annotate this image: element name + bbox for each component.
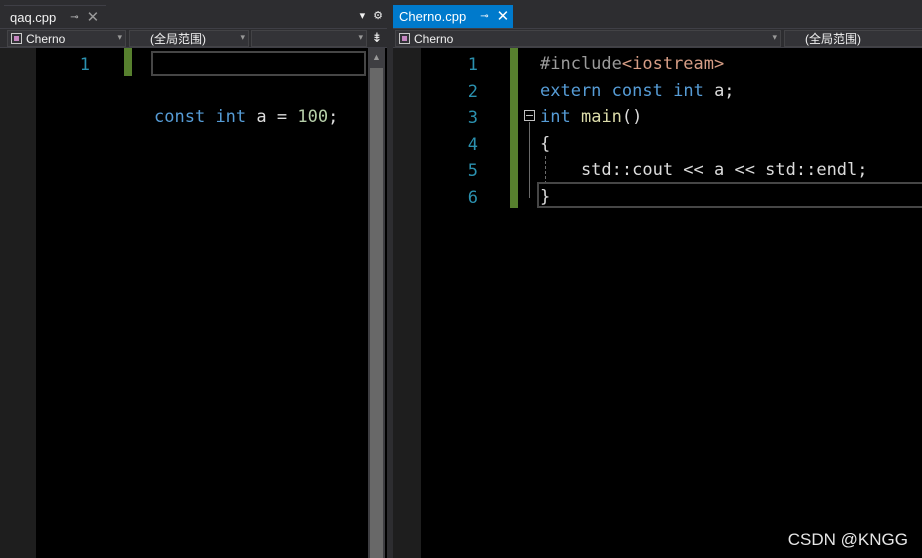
- line-number: 5: [467, 161, 478, 181]
- code-line: #include<iostream>: [540, 54, 725, 74]
- left-editor-pane: qaq.cpp ⊸ ✕ ▾ ⚙ Cherno ▾ (全局范围) ▾ ▾ ⇟ 1: [0, 0, 387, 558]
- tab-label: qaq.cpp: [10, 9, 57, 25]
- close-icon[interactable]: ✕: [497, 9, 510, 24]
- code-line: std::cout << a << std::endl;: [540, 160, 868, 180]
- tab-label: Cherno.cpp: [399, 9, 467, 24]
- tab-cherno-cpp[interactable]: Cherno.cpp ⊸ ✕: [393, 5, 513, 28]
- project-combo[interactable]: Cherno ▾: [395, 30, 781, 47]
- scope-combo[interactable]: (全局范围): [784, 30, 922, 47]
- pin-icon[interactable]: ⊸: [70, 12, 78, 23]
- right-editor-pane: Cherno.cpp ⊸ ✕ Cherno ▾ (全局范围) 1 2 3 4 5 6 #i…: [393, 0, 922, 558]
- line-number: 6: [467, 187, 478, 208]
- line-numbers: 1 2 3 4 5 6: [448, 52, 478, 211]
- code-line: extern const int a;: [540, 80, 735, 101]
- outline-guide: [529, 122, 530, 198]
- left-navigation-bar: Cherno ▾ (全局范围) ▾ ▾ ⇟: [0, 28, 387, 48]
- editor-margin: [393, 48, 421, 558]
- chevron-down-icon: ▾: [772, 32, 777, 42]
- project-combo[interactable]: Cherno ▾: [7, 30, 126, 47]
- line-number: 3: [467, 108, 478, 128]
- left-code-editor[interactable]: 1 const int a = 100; ▲: [0, 48, 387, 558]
- pin-icon[interactable]: ⊸: [480, 11, 488, 22]
- tab-list-dropdown-icon[interactable]: ▾: [360, 9, 366, 22]
- tab-tools: ▾ ⚙: [360, 9, 383, 22]
- left-tabstrip: qaq.cpp ⊸ ✕ ▾ ⚙: [0, 0, 387, 28]
- right-code-editor[interactable]: 1 2 3 4 5 6 #include<iostream> extern const in…: [393, 48, 922, 558]
- project-name: Cherno: [26, 31, 66, 46]
- project-name: Cherno: [414, 31, 454, 46]
- line-number: 2: [467, 81, 478, 102]
- chevron-down-icon: ▾: [240, 32, 245, 42]
- code-line: {: [540, 133, 551, 154]
- right-tabstrip: Cherno.cpp ⊸ ✕: [393, 0, 922, 28]
- change-indicator: [510, 48, 518, 208]
- code-text[interactable]: const int a = 100;: [154, 51, 338, 184]
- code-line: int main(): [540, 107, 643, 127]
- chevron-down-icon: ▾: [117, 32, 122, 42]
- change-indicator: [124, 48, 132, 76]
- scrollbar-thumb[interactable]: [370, 68, 383, 558]
- scroll-up-icon[interactable]: ▲: [372, 52, 381, 62]
- line-numbers: 1: [60, 52, 90, 79]
- line-number: 1: [467, 55, 478, 75]
- close-icon[interactable]: ✕: [87, 10, 100, 25]
- split-window-icon[interactable]: ⇟: [370, 30, 384, 46]
- scope-name: (全局范围): [805, 32, 861, 46]
- vertical-scrollbar[interactable]: ▲: [368, 48, 385, 558]
- line-number: 4: [467, 134, 478, 155]
- scope-name: (全局范围): [150, 32, 206, 46]
- code-line: const int a = 100;: [154, 107, 339, 127]
- code-text[interactable]: #include<iostream> extern const int a; int…: [540, 51, 868, 210]
- member-combo[interactable]: ▾: [251, 30, 367, 47]
- code-line: }: [540, 186, 551, 207]
- collapse-toggle-icon[interactable]: [524, 110, 535, 121]
- line-number: 1: [79, 55, 90, 75]
- tab-qaq-cpp[interactable]: qaq.cpp ⊸ ✕: [4, 5, 106, 28]
- chevron-down-icon: ▾: [358, 32, 363, 42]
- project-icon: [11, 33, 22, 44]
- right-navigation-bar: Cherno ▾ (全局范围): [393, 28, 922, 48]
- settings-gear-icon[interactable]: ⚙: [373, 9, 383, 22]
- scope-combo[interactable]: (全局范围) ▾: [129, 30, 249, 47]
- watermark: CSDN @KNGG: [787, 530, 908, 549]
- editor-margin: [0, 48, 36, 558]
- project-icon: [399, 33, 410, 44]
